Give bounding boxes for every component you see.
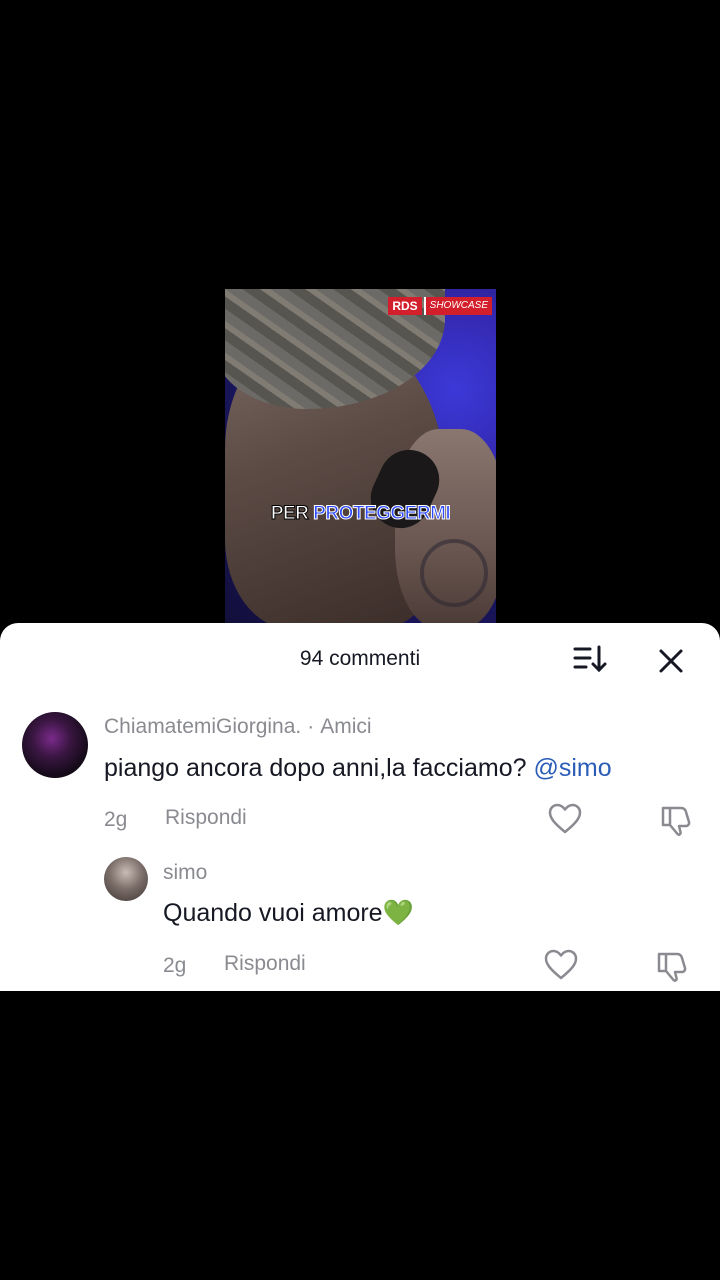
comment-username[interactable]: ChiamatemiGiorgina. [104,715,301,738]
comment-time: 2g [104,808,128,831]
avatar[interactable] [104,857,148,901]
reply-text: Quando vuoi amore💚 [163,899,414,927]
comment-body: piango ancora dopo anni,la facciamo? [104,754,527,782]
caption-word-1: PER [270,503,309,525]
comments-count-title: 94 commenti [299,647,421,670]
reply-button[interactable]: Rispondi [165,806,247,830]
comment-username-row: ChiamatemiGiorgina. · Amici [104,715,372,738]
rds-showcase-logo: RDS SHOWCASE [388,297,492,315]
video-caption: PER PROTEGGERMI [225,503,496,525]
reply-time: 2g [163,954,187,977]
comment-relation: Amici [320,715,372,738]
dislike-icon[interactable] [659,803,693,837]
comments-sheet: 94 commenti ChiamatemiGiorgina. · Amici pi… [0,623,720,991]
reply-username[interactable]: simo [163,861,207,885]
caption-word-2: PROTEGGERMI [313,503,452,525]
dislike-icon[interactable] [655,949,689,983]
comment-mention[interactable]: @simo [533,754,611,782]
like-heart-icon[interactable] [548,803,582,835]
sort-icon[interactable] [572,644,608,674]
reply-button[interactable]: Rispondi [224,952,306,976]
video-player[interactable]: RDS SHOWCASE PER PROTEGGERMI [225,289,496,623]
logo-brand: RDS [388,297,422,315]
close-icon[interactable] [654,644,688,678]
hand-tattoo [420,539,488,607]
avatar[interactable] [22,712,88,778]
like-heart-icon[interactable] [544,949,578,981]
comment-text: piango ancora dopo anni,la facciamo? @si… [104,754,612,783]
logo-sub: SHOWCASE [423,297,492,315]
